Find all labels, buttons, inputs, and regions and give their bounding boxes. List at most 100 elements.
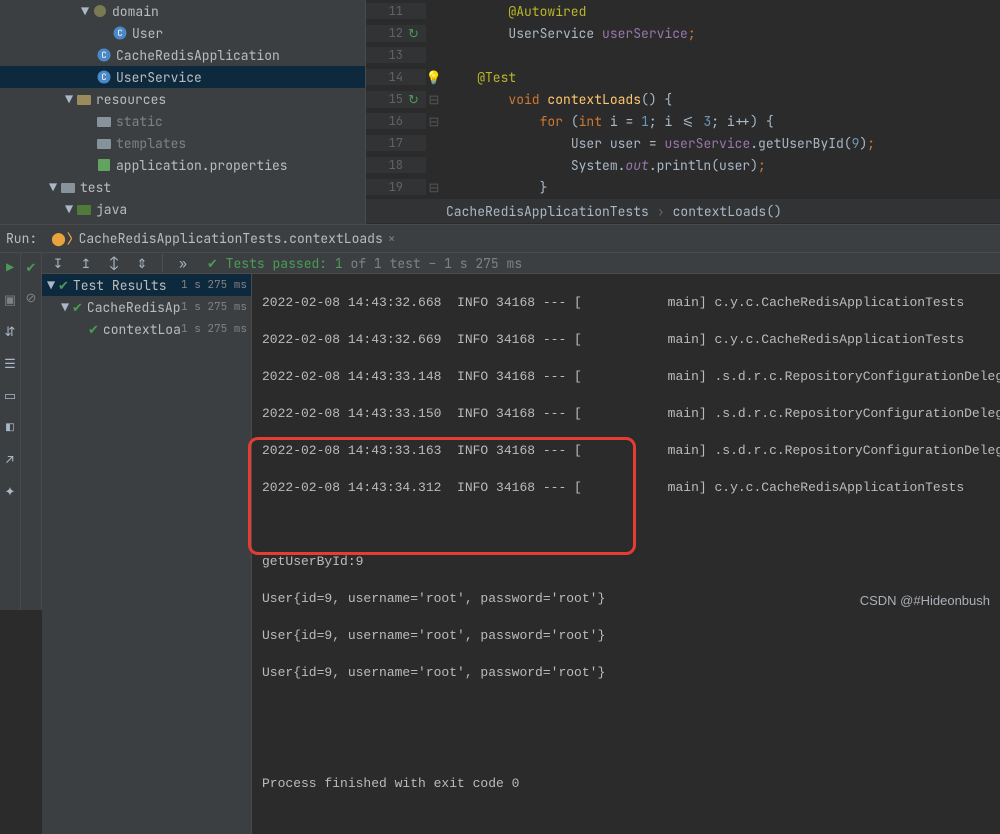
- test-class-node[interactable]: ▼ ✔ CacheRedisAp 1 s 275 ms: [42, 296, 251, 318]
- run-tab-bar: Run: ⬤⟩ CacheRedisApplicationTests.conte…: [0, 225, 1000, 253]
- breadcrumb-method[interactable]: contextLoads(): [673, 203, 782, 220]
- chevron-right-icon[interactable]: »: [173, 253, 193, 273]
- tree-label: static: [116, 113, 163, 130]
- line-number: 19: [389, 179, 403, 195]
- line-number: 17: [389, 135, 403, 151]
- test-method-node[interactable]: ✔ contextLoa 1 s 275 ms: [42, 318, 251, 340]
- breadcrumb-class[interactable]: CacheRedisApplicationTests: [446, 203, 649, 220]
- tree-class-app[interactable]: C CacheRedisApplication: [0, 44, 365, 66]
- line-number: 14: [389, 69, 403, 85]
- watermark: CSDN @#Hideonbush: [860, 593, 990, 608]
- breadcrumb[interactable]: CacheRedisApplicationTests › contextLoad…: [366, 198, 1000, 223]
- tree-folder-domain[interactable]: ▼ domain: [0, 0, 365, 22]
- check-icon: ✔: [88, 321, 99, 338]
- check-icon: ✔: [58, 277, 69, 294]
- project-tree[interactable]: ▼ domain C User C CacheRedisApplication …: [0, 0, 366, 224]
- line-number: 11: [389, 3, 403, 19]
- svg-text:C: C: [117, 27, 122, 39]
- line-number: 12: [389, 25, 403, 41]
- tree-folder-java[interactable]: ▼ java: [0, 198, 365, 220]
- tree-label: test: [80, 179, 111, 196]
- camera-icon[interactable]: ▭: [0, 385, 20, 405]
- pin-icon[interactable]: ⇵: [0, 321, 20, 341]
- log-line: User{id=9, username='root', password='ro…: [262, 665, 1000, 687]
- run-gutter-icon[interactable]: ↻: [408, 91, 420, 108]
- log-line: Process finished with exit code 0: [262, 776, 1000, 798]
- close-icon[interactable]: ×: [388, 230, 396, 247]
- folder-icon: [76, 91, 92, 107]
- tree-folder-resources[interactable]: ▼ resources: [0, 88, 365, 110]
- file-icon: [96, 157, 112, 173]
- svg-text:C: C: [101, 49, 106, 61]
- line-number: 16: [389, 113, 403, 129]
- tree-label: CacheRedisApplication: [116, 47, 280, 64]
- layout-icon[interactable]: ◧: [0, 417, 20, 437]
- tree-label: resources: [96, 91, 166, 108]
- class-icon: C: [96, 69, 112, 85]
- sort-up-icon[interactable]: ↥: [76, 253, 96, 273]
- collapse-icon[interactable]: ⇕: [132, 253, 152, 273]
- tree-label: application.properties: [116, 157, 288, 174]
- export-icon[interactable]: ↗: [0, 449, 20, 469]
- code-line: @Test: [442, 69, 516, 86]
- test-tree[interactable]: ▼ ✔ Test Results 1 s 275 ms ▼ ✔ CacheRed…: [42, 274, 252, 834]
- log-line: 2022-02-08 14:43:34.312 INFO 34168 --- […: [262, 480, 1000, 502]
- tests-status: ✔ Tests passed: 1 of 1 test – 1 s 275 ms: [207, 255, 522, 272]
- code-line: @Autowired: [442, 3, 586, 20]
- class-icon: C: [112, 25, 128, 41]
- fold-icon[interactable]: ⊟: [426, 113, 442, 130]
- tree-class-userservice[interactable]: C UserService: [0, 66, 365, 88]
- tree-folder-static[interactable]: static: [0, 110, 365, 132]
- line-number: 15: [389, 91, 403, 107]
- check-icon: ✔: [72, 299, 83, 316]
- run-tab[interactable]: ⬤⟩ CacheRedisApplicationTests.contextLoa…: [43, 227, 403, 251]
- run-label: Run:: [6, 230, 37, 247]
- log-line: 2022-02-08 14:43:32.669 INFO 34168 --- […: [262, 332, 1000, 354]
- settings-icon[interactable]: ☰: [0, 353, 20, 373]
- run-gutter-icon[interactable]: ↻: [408, 25, 420, 42]
- folder-icon: [96, 113, 112, 129]
- bulb-icon[interactable]: 💡: [426, 69, 442, 86]
- log-line: getUserById:9: [262, 554, 1000, 576]
- chevron-right-icon: ›: [657, 203, 665, 220]
- chevron-down-icon: ▼: [80, 6, 90, 16]
- test-toolbar: ↧ ↥ ↕ ⇕ » ✔ Tests passed: 1 of 1 test – …: [42, 253, 1000, 274]
- pin-icon[interactable]: ✦: [0, 481, 20, 501]
- chevron-down-icon: ▼: [60, 302, 70, 312]
- code-editor[interactable]: 11 @Autowired 12 ↻ UserService userServic…: [366, 0, 1000, 224]
- run-side-toolbar-2: ✔ ⊘: [21, 253, 42, 610]
- log-line: 2022-02-08 14:43:32.668 INFO 34168 --- […: [262, 295, 1000, 317]
- check-icon[interactable]: ✔: [21, 257, 41, 277]
- fold-icon[interactable]: ⊟: [426, 179, 442, 196]
- folder-icon: [76, 201, 92, 217]
- test-results-root[interactable]: ▼ ✔ Test Results 1 s 275 ms: [42, 274, 251, 296]
- stop-icon[interactable]: ▣: [0, 289, 20, 309]
- code-line: User user = userService.getUserById(9);: [442, 135, 875, 152]
- tree-folder-templates[interactable]: templates: [0, 132, 365, 154]
- log-line: User{id=9, username='root', password='ro…: [262, 628, 1000, 650]
- tree-label: User: [132, 25, 163, 42]
- run-side-toolbar: ▶ ▣ ⇵ ☰ ▭ ◧ ↗ ✦: [0, 253, 21, 610]
- tree-class-user[interactable]: C User: [0, 22, 365, 44]
- console-output[interactable]: 2022-02-08 14:43:32.668 INFO 34168 --- […: [252, 274, 1000, 834]
- chevron-down-icon: ▼: [64, 94, 74, 104]
- svg-text:C: C: [101, 71, 106, 83]
- package-icon: [92, 3, 108, 19]
- log-line: 2022-02-08 14:43:33.163 INFO 34168 --- […: [262, 443, 1000, 465]
- log-line: 2022-02-08 14:43:33.148 INFO 34168 --- […: [262, 369, 1000, 391]
- tree-folder-test[interactable]: ▼ test: [0, 176, 365, 198]
- tree-file-appprops[interactable]: application.properties: [0, 154, 365, 176]
- sort-down-icon[interactable]: ↧: [48, 253, 68, 273]
- expand-icon[interactable]: ↕: [104, 253, 124, 273]
- fold-icon[interactable]: ⊟: [426, 91, 442, 108]
- line-number: 18: [389, 157, 403, 173]
- folder-icon: [60, 179, 76, 195]
- class-icon: C: [96, 47, 112, 63]
- code-line: for (int i = 1; i <= 3; i++) {: [442, 113, 774, 130]
- chevron-down-icon: ▼: [48, 182, 58, 192]
- tree-label: templates: [116, 135, 186, 152]
- code-line: UserService userService;: [442, 25, 696, 42]
- run-tab-title: CacheRedisApplicationTests.contextLoads: [79, 230, 383, 247]
- rerun-icon[interactable]: ▶: [0, 257, 20, 277]
- disabled-icon[interactable]: ⊘: [21, 287, 41, 307]
